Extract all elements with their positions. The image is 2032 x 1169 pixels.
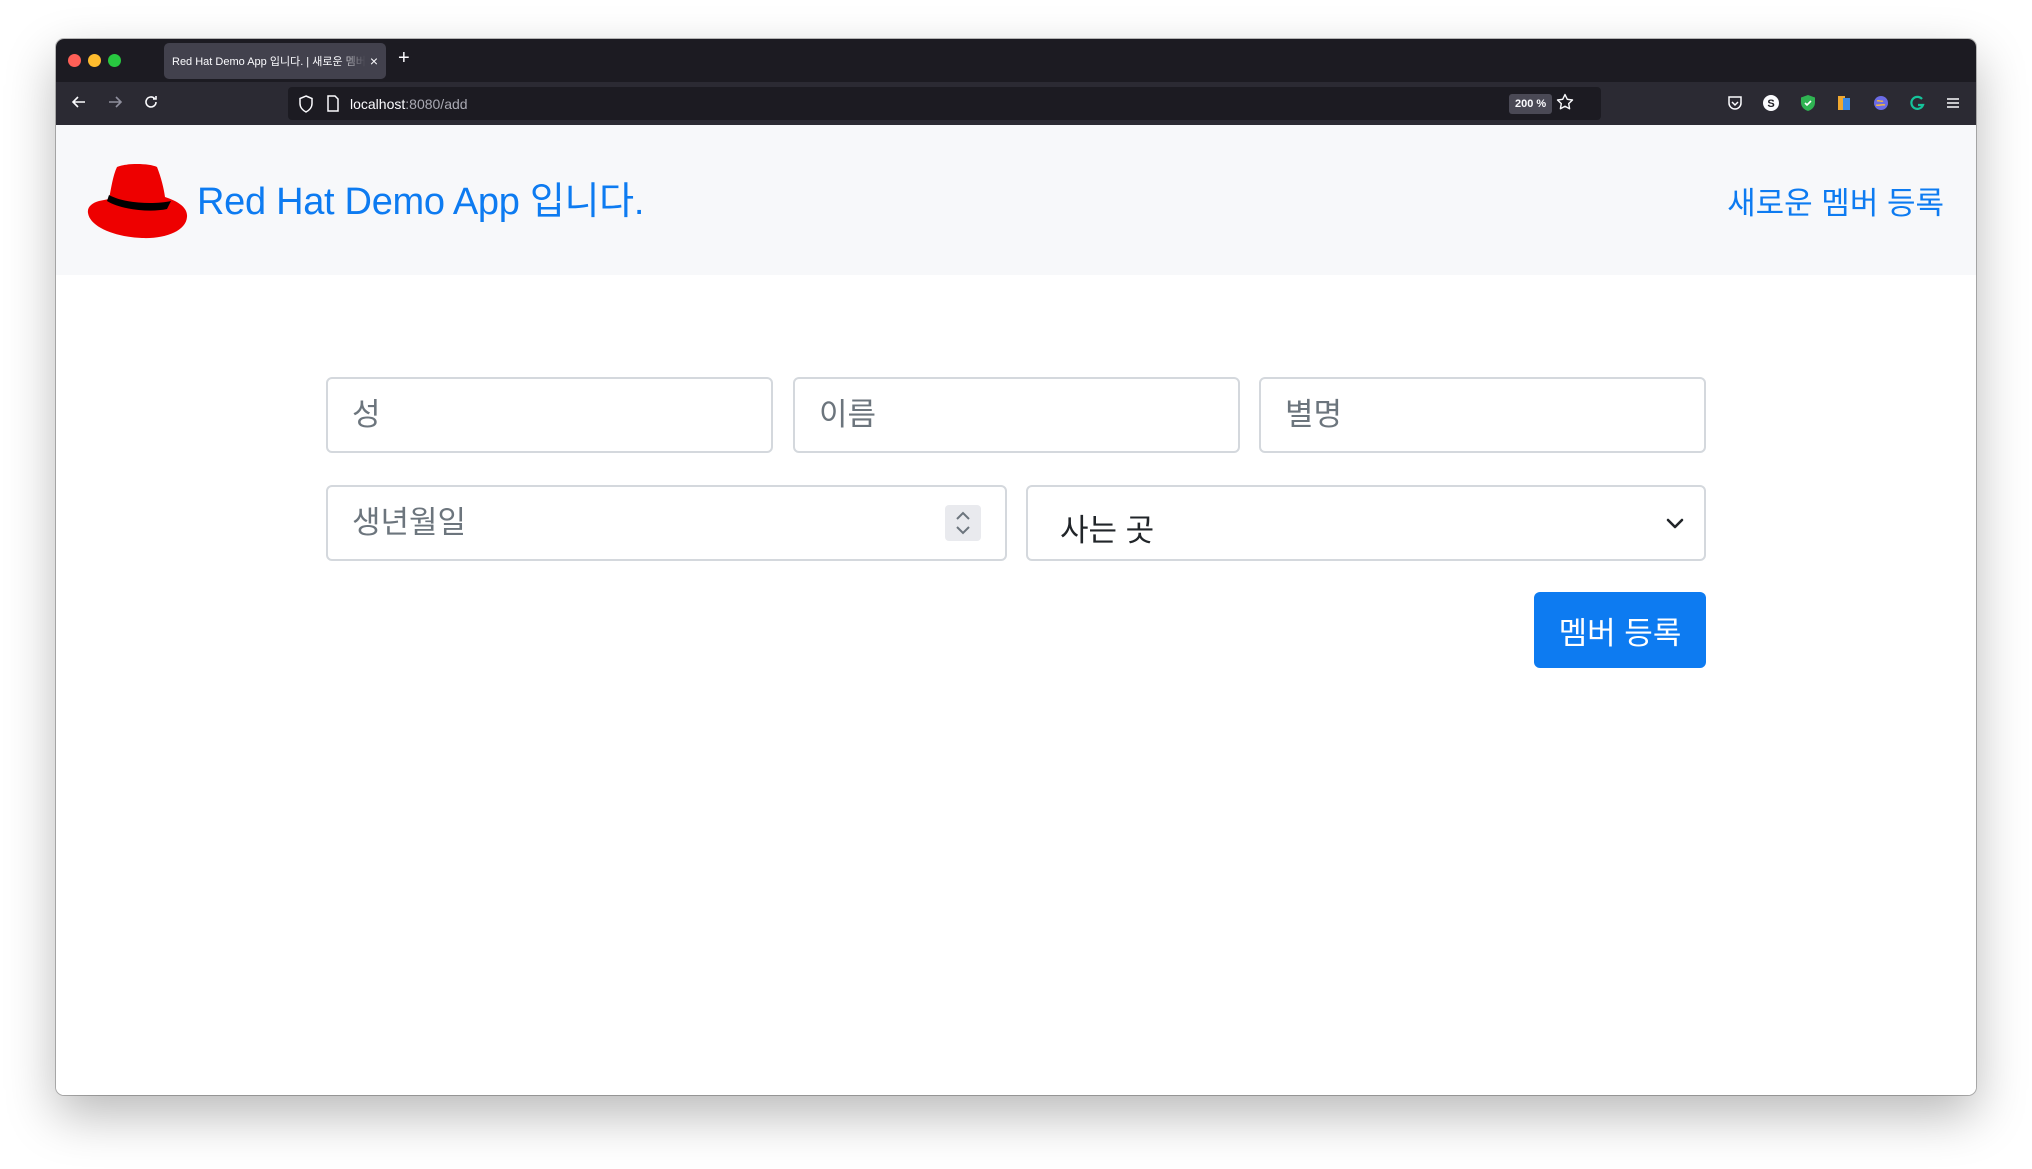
maximize-window-button[interactable] [108, 54, 121, 67]
last-name-field [326, 377, 773, 453]
back-arrow-icon[interactable] [70, 93, 88, 116]
minimize-window-button[interactable] [88, 54, 101, 67]
shield-icon[interactable] [298, 95, 314, 118]
globe-extension-icon[interactable] [1872, 94, 1890, 112]
browser-window: Red Hat Demo App 입니다. | 새로운 멤버 등록 × + lo… [56, 39, 1976, 1095]
first-name-input[interactable] [795, 379, 1238, 451]
residence-select[interactable]: 사는 곳 [1026, 485, 1706, 561]
tab-title: Red Hat Demo App 입니다. | 새로운 멤버 등록 [172, 56, 366, 68]
app-header: Red Hat Demo App 입니다. 새로운 멤버 등록 [56, 125, 1976, 275]
browser-navbar: localhost:8080/add 200 % S [56, 82, 1976, 125]
birthdate-field [326, 485, 1007, 561]
pocket-icon[interactable] [1726, 94, 1744, 112]
browser-titlebar: Red Hat Demo App 입니다. | 새로운 멤버 등록 × + [56, 39, 1976, 82]
notes-extension-icon[interactable] [1835, 94, 1853, 112]
brand-link[interactable]: Red Hat Demo App 입니다. [197, 170, 644, 225]
grammarly-icon[interactable] [1908, 94, 1926, 112]
new-tab-button[interactable]: + [398, 47, 410, 70]
chevron-down-icon [1666, 518, 1684, 529]
svg-text:S: S [1767, 98, 1774, 110]
birthdate-input[interactable] [328, 487, 1005, 559]
last-name-input[interactable] [328, 379, 771, 451]
forward-arrow-icon[interactable] [106, 93, 124, 116]
address-bar[interactable]: localhost:8080/add 200 % [288, 87, 1601, 120]
tab-close-icon[interactable]: × [370, 53, 378, 69]
red-hat-logo-icon[interactable] [87, 163, 189, 239]
first-name-field [793, 377, 1240, 453]
extension-s-icon[interactable]: S [1762, 94, 1780, 112]
url-path: :8080/add [405, 96, 468, 112]
url-host: localhost [350, 96, 406, 112]
browser-tab-active[interactable]: Red Hat Demo App 입니다. | 새로운 멤버 등록 × [164, 43, 386, 79]
bookmark-star-icon[interactable] [1556, 93, 1574, 116]
page-content: Red Hat Demo App 입니다. 새로운 멤버 등록 사는 곳 멤버 … [56, 125, 1976, 1095]
zoom-level-badge[interactable]: 200 % [1509, 94, 1553, 114]
url-text[interactable]: localhost:8080/add [350, 96, 468, 112]
nickname-input[interactable] [1261, 379, 1704, 451]
new-member-nav-link[interactable]: 새로운 멤버 등록 [1727, 178, 1944, 223]
nickname-field [1259, 377, 1706, 453]
residence-select-value: 사는 곳 [1060, 513, 1155, 548]
shield-extension-icon[interactable] [1799, 94, 1817, 112]
menu-hamburger-icon[interactable] [1944, 94, 1962, 112]
reload-icon[interactable] [142, 93, 160, 116]
page-info-icon[interactable] [326, 95, 340, 117]
number-spinner-icon[interactable] [945, 505, 981, 541]
register-member-button[interactable]: 멤버 등록 [1534, 592, 1706, 668]
close-window-button[interactable] [68, 54, 81, 67]
